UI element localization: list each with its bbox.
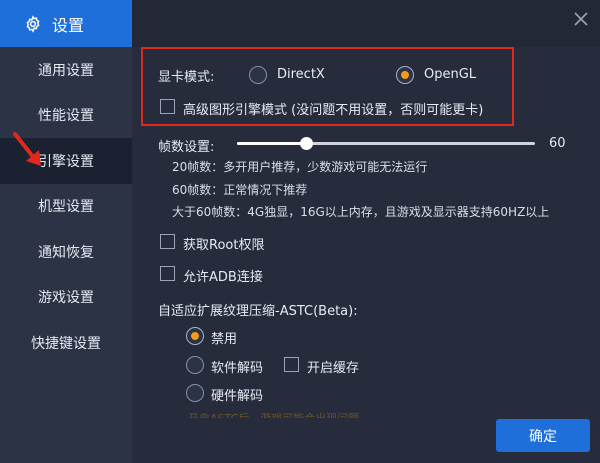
sidebar-item-notification[interactable]: 通知恢复 (0, 229, 132, 275)
sidebar-item-device-model[interactable]: 机型设置 (0, 184, 132, 230)
astc-label: 自适应扩展纹理压缩-ASTC(Beta): (158, 304, 358, 319)
sidebar-item-general[interactable]: 通用设置 (0, 47, 132, 93)
directx-label: DirectX (277, 67, 325, 82)
close-icon[interactable] (572, 10, 590, 28)
astc-software-label: 软件解码 (211, 361, 264, 376)
astc-cache-checkbox[interactable] (284, 357, 299, 372)
advanced-engine-checkbox[interactable] (160, 99, 175, 114)
fps-slider-thumb[interactable] (299, 137, 313, 150)
faded-note: 开启ASTC后，游戏可能会出现问题 (188, 410, 359, 418)
fps-note-above-60: 大于60帧数：4G独显，16G以上内存，且游戏及显示器支持60HZ以上 (172, 205, 550, 219)
radio-directx[interactable] (249, 66, 267, 84)
radio-astc-software[interactable] (186, 356, 204, 374)
fps-value: 60 (549, 136, 566, 151)
advanced-engine-label: 高级图形引擎模式 (没问题不用设置，否则可能更卡) (183, 103, 484, 118)
sidebar-item-game[interactable]: 游戏设置 (0, 275, 132, 321)
fps-slider[interactable] (237, 137, 535, 150)
graphics-mode-label: 显卡模式: (158, 70, 215, 85)
astc-disable-label: 禁用 (211, 332, 238, 347)
adb-label: 允许ADB连接 (183, 270, 263, 285)
fps-slider-fill (237, 142, 306, 145)
radio-astc-hardware[interactable] (186, 384, 204, 402)
root-label: 获取Root权限 (183, 238, 265, 253)
radio-astc-disable[interactable] (186, 327, 204, 345)
sidebar-item-shortcuts[interactable]: 快捷键设置 (0, 320, 132, 366)
adb-checkbox[interactable] (160, 266, 175, 281)
opengl-label: OpenGL (424, 67, 477, 82)
sidebar: 设置 通用设置 性能设置 引擎设置 机型设置 通知恢复 游戏设置 快捷键设置 (0, 0, 132, 463)
fps-label: 帧数设置: (158, 140, 215, 155)
sidebar-header: 设置 (0, 0, 132, 47)
settings-title: 设置 (52, 15, 85, 35)
radio-opengl[interactable] (396, 66, 414, 84)
astc-cache-label: 开启缓存 (307, 361, 360, 376)
astc-hardware-label: 硬件解码 (211, 389, 264, 404)
ok-button[interactable]: 确定 (496, 419, 590, 452)
fps-note-60: 60帧数：正常情况下推荐 (172, 183, 308, 197)
fps-note-20: 20帧数：多开用户推荐，少数游戏可能无法运行 (172, 160, 428, 174)
gear-icon (26, 14, 40, 33)
root-checkbox[interactable] (160, 234, 175, 249)
annotation-arrow-icon (13, 132, 41, 166)
